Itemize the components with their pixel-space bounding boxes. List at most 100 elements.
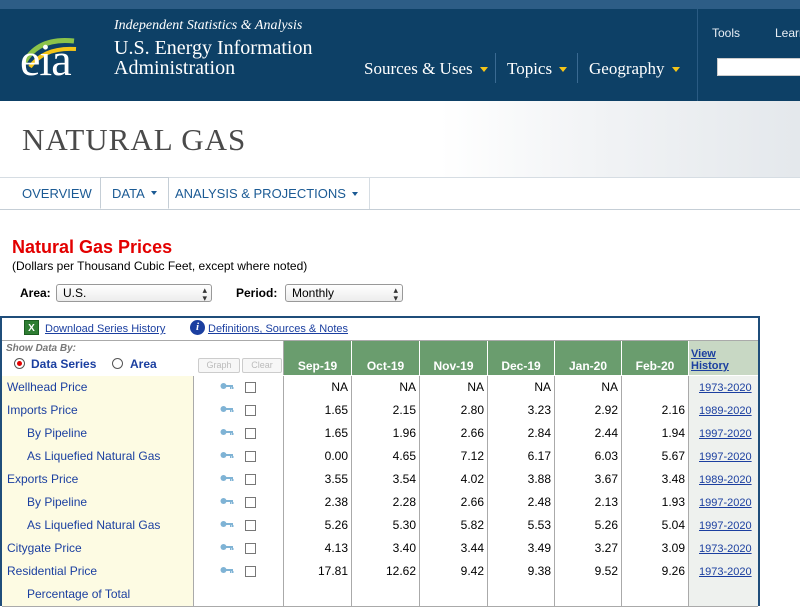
value-cell: 3.55: [284, 468, 352, 491]
radio-area[interactable]: [112, 358, 123, 369]
row-tools: [194, 422, 284, 445]
definitions-link[interactable]: Definitions, Sources & Notes: [208, 323, 348, 335]
row-tools: [194, 514, 284, 537]
value-cell: 3.23: [488, 399, 555, 422]
graph-button[interactable]: Graph: [198, 358, 240, 373]
history-link[interactable]: 1997-2020: [689, 491, 758, 514]
series-checkbox[interactable]: [245, 474, 256, 485]
column-header[interactable]: Nov-19: [420, 341, 488, 375]
tab-data[interactable]: DATA: [100, 177, 169, 209]
key-icon[interactable]: [220, 404, 234, 414]
nav-geography[interactable]: Geography: [589, 59, 680, 79]
info-icon[interactable]: i: [190, 320, 205, 335]
updown-arrows-icon: ▴ ▾: [202, 285, 207, 303]
value-cell: 9.26: [622, 560, 689, 583]
series-checkbox[interactable]: [245, 405, 256, 416]
series-label[interactable]: By Pipeline: [2, 491, 194, 514]
value-cell: 3.49: [488, 537, 555, 560]
value-cell: NA: [420, 376, 488, 399]
radio-data-series-label[interactable]: Data Series: [31, 357, 96, 371]
key-icon[interactable]: [220, 542, 234, 552]
series-label[interactable]: As Liquefied Natural Gas: [2, 445, 194, 468]
series-checkbox[interactable]: [245, 543, 256, 554]
series-label[interactable]: Residential Price: [2, 560, 194, 583]
key-icon[interactable]: [220, 565, 234, 575]
period-select[interactable]: Monthly ▴ ▾: [285, 284, 403, 303]
chevron-down-icon: [671, 66, 680, 72]
nav-sources-uses[interactable]: Sources & Uses: [364, 59, 488, 79]
learn-link[interactable]: Learn: [775, 26, 800, 40]
value-cell: 5.04: [622, 514, 689, 537]
key-icon[interactable]: [220, 473, 234, 483]
row-tools: [194, 376, 284, 399]
series-checkbox[interactable]: [245, 451, 256, 462]
series-label[interactable]: By Pipeline: [2, 422, 194, 445]
value-cell: 2.28: [352, 491, 420, 514]
value-cell: 1.94: [622, 422, 689, 445]
history-link[interactable]: 1989-2020: [689, 399, 758, 422]
row-tools: [194, 468, 284, 491]
value-cell: 5.26: [284, 514, 352, 537]
history-link[interactable]: 1973-2020: [689, 376, 758, 399]
value-cell: NA: [352, 376, 420, 399]
column-header[interactable]: Feb-20: [622, 341, 689, 375]
tab-label: OVERVIEW: [22, 186, 92, 201]
history-link[interactable]: 1997-2020: [689, 445, 758, 468]
value-cell: [622, 583, 689, 606]
value-cell: 3.40: [352, 537, 420, 560]
download-series-link[interactable]: Download Series History: [45, 323, 165, 335]
nav-topics[interactable]: Topics: [507, 59, 568, 79]
value-cell: 9.52: [555, 560, 622, 583]
tab-analysis-projections[interactable]: ANALYSIS & PROJECTIONS: [164, 178, 370, 209]
history-link[interactable]: 1973-2020: [689, 537, 758, 560]
history-link[interactable]: 1973-2020: [689, 560, 758, 583]
view-history-header[interactable]: View History: [689, 341, 758, 375]
table-row: Citygate Price 4.13 3.40 3.44 3.49 3.27 3.09 19…: [2, 537, 758, 561]
area-select[interactable]: U.S. ▴ ▾: [56, 284, 212, 303]
series-checkbox[interactable]: [245, 520, 256, 531]
eia-logo[interactable]: eia: [20, 37, 72, 83]
series-label[interactable]: Exports Price: [2, 468, 194, 491]
series-checkbox[interactable]: [245, 497, 256, 508]
column-header[interactable]: Dec-19: [488, 341, 555, 375]
key-icon[interactable]: [220, 427, 234, 437]
column-header[interactable]: Sep-19: [284, 341, 352, 375]
nav-divider: [495, 53, 496, 83]
series-checkbox[interactable]: [245, 382, 256, 393]
clear-button[interactable]: Clear: [242, 358, 282, 373]
table-row: By Pipeline 2.38 2.28 2.66 2.48 2.13 1.93 1997-…: [2, 491, 758, 515]
history-link[interactable]: [689, 583, 758, 606]
value-cell: 2.44: [555, 422, 622, 445]
history-link[interactable]: 1997-2020: [689, 514, 758, 537]
org-name-line2[interactable]: Administration: [114, 57, 235, 80]
value-cell: [555, 583, 622, 606]
key-icon[interactable]: [220, 381, 234, 391]
tab-overview[interactable]: OVERVIEW: [11, 178, 104, 209]
series-checkbox[interactable]: [245, 566, 256, 577]
value-cell: 3.44: [420, 537, 488, 560]
column-header[interactable]: Jan-20: [555, 341, 622, 375]
column-header[interactable]: Oct-19: [352, 341, 420, 375]
series-label[interactable]: Citygate Price: [2, 537, 194, 560]
series-label[interactable]: Percentage of Total: [2, 583, 194, 606]
excel-icon[interactable]: X: [24, 320, 39, 335]
series-label[interactable]: Wellhead Price: [2, 376, 194, 399]
row-tools: [194, 491, 284, 514]
key-icon[interactable]: [220, 519, 234, 529]
area-select-value: U.S.: [63, 286, 87, 300]
history-link[interactable]: 1989-2020: [689, 468, 758, 491]
series-label[interactable]: As Liquefied Natural Gas: [2, 514, 194, 537]
key-icon[interactable]: [220, 496, 234, 506]
history-link[interactable]: 1997-2020: [689, 422, 758, 445]
series-label[interactable]: Imports Price: [2, 399, 194, 422]
radio-area-label[interactable]: Area: [130, 357, 157, 371]
nav-label: Geography: [589, 59, 665, 78]
key-icon[interactable]: [220, 450, 234, 460]
series-checkbox[interactable]: [245, 428, 256, 439]
search-input[interactable]: [717, 58, 800, 76]
tools-link[interactable]: Tools: [712, 26, 740, 40]
tab-label: DATA: [112, 185, 145, 201]
radio-data-series[interactable]: [14, 358, 25, 369]
value-cell: 3.67: [555, 468, 622, 491]
value-cell: 6.03: [555, 445, 622, 468]
